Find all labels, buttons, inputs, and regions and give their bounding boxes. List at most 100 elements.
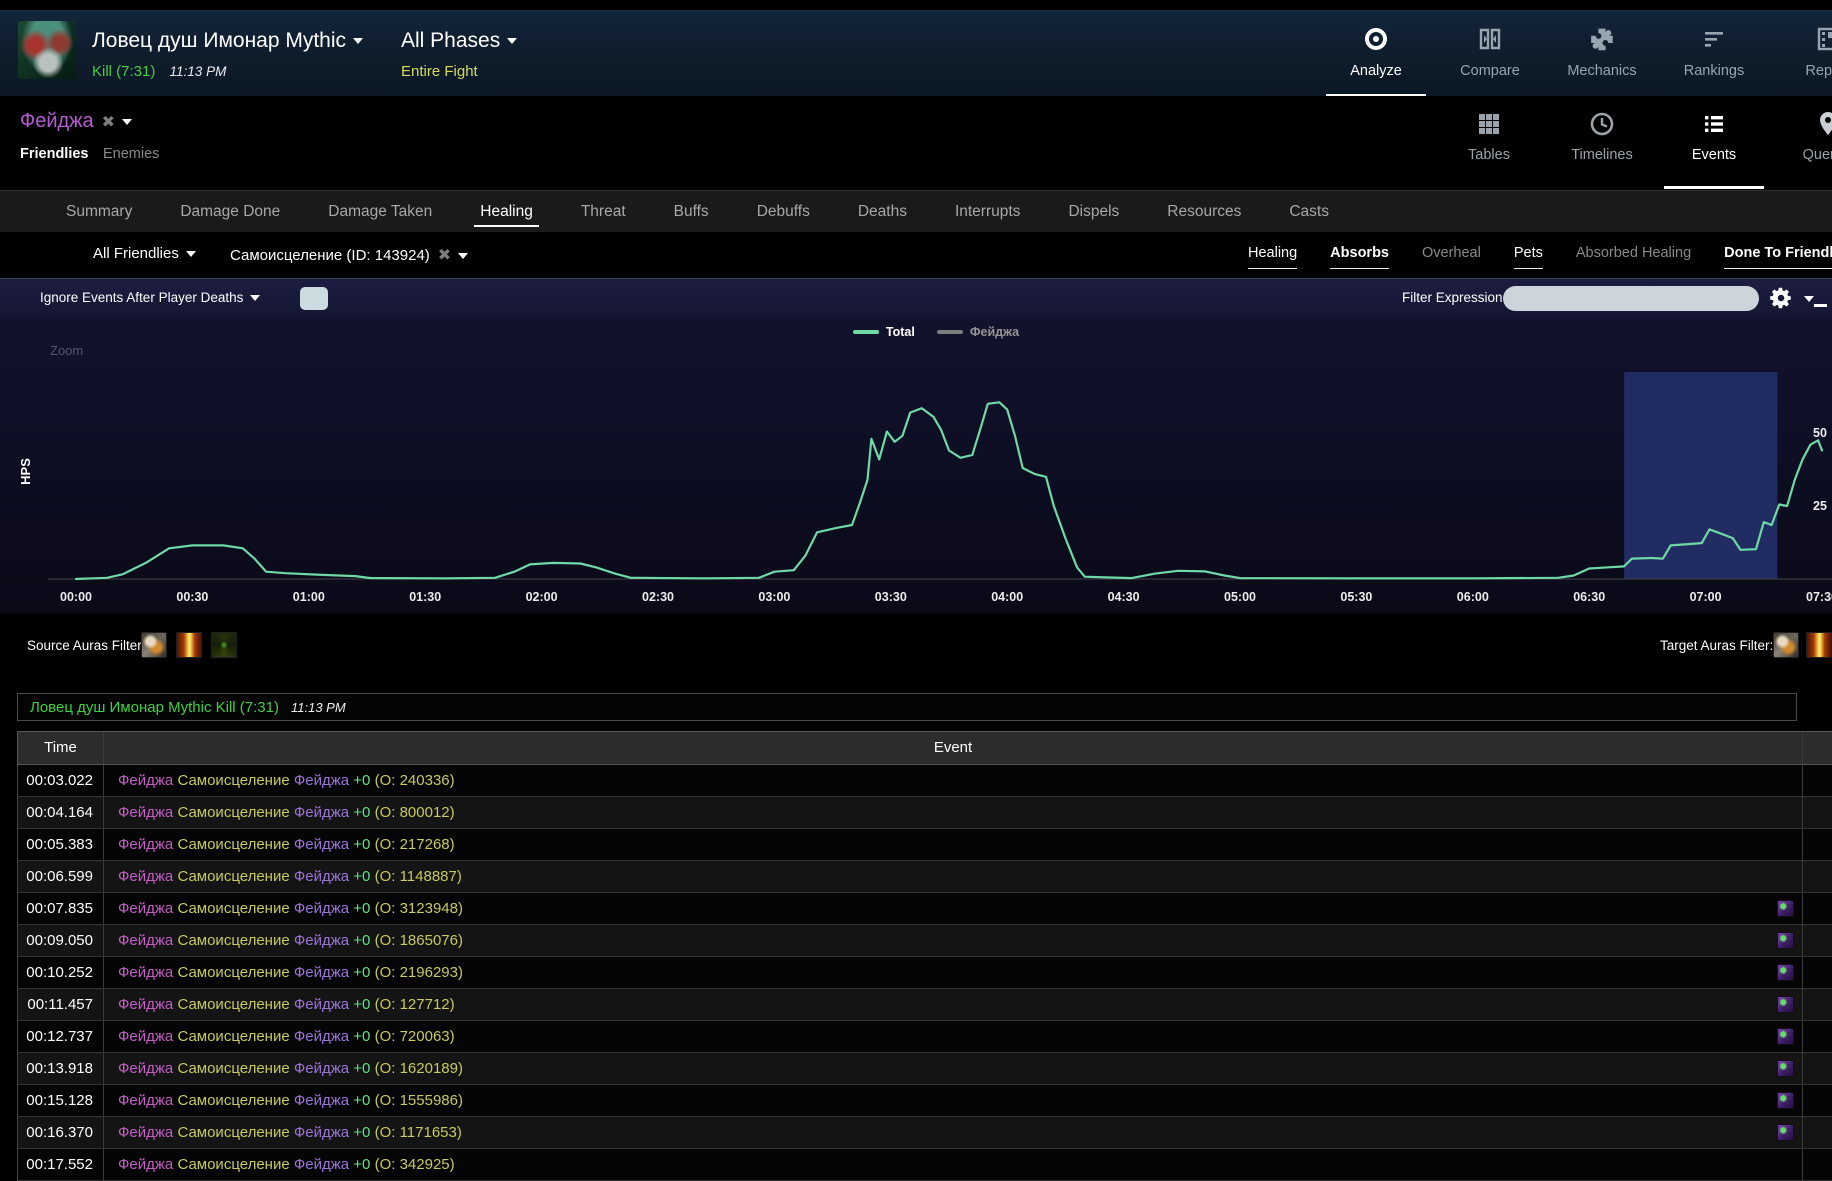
phase-selector[interactable]: All Phases [401,29,517,53]
event-source-name[interactable]: Фейджа [118,964,173,981]
tab-buffs[interactable]: Buffs [650,191,733,232]
toggle-pets[interactable]: Pets [1514,245,1543,269]
event-source-name[interactable]: Фейджа [118,1028,173,1045]
event-target-name[interactable]: Фейджа [294,964,349,981]
fire-column-icon[interactable] [1806,632,1832,658]
close-icon[interactable]: ✖ [102,114,115,131]
fight-selector[interactable]: Ловец душ Имонар Mythic [92,29,363,53]
view-events[interactable]: Events [1658,96,1770,189]
tab-debuffs[interactable]: Debuffs [733,191,834,232]
event-target-name[interactable]: Фейджа [294,1092,349,1109]
event-amount[interactable]: +0 [353,1124,370,1141]
event-ability-name[interactable]: Самоисцеление [177,996,289,1013]
view-timelines[interactable]: Timelines [1546,96,1658,189]
event-overheal-amount[interactable]: (O: 1555986) [375,1092,463,1109]
view-queries[interactable]: Queries [1772,96,1832,189]
event-source-name[interactable]: Фейджа [118,996,173,1013]
event-target-name[interactable]: Фейджа [294,836,349,853]
swirl-spell-icon[interactable] [1773,632,1799,658]
tab-casts[interactable]: Casts [1265,191,1353,232]
event-target-name[interactable]: Фейджа [294,772,349,789]
swirl-spell-icon[interactable] [141,632,167,658]
event-amount[interactable]: +0 [353,964,370,981]
tab-damage-done[interactable]: Damage Done [156,191,304,232]
tab-threat[interactable]: Threat [557,191,650,232]
event-ability-name[interactable]: Самоисцеление [177,932,289,949]
event-target-name[interactable]: Фейджа [294,1028,349,1045]
zoom-selection-region[interactable] [1624,372,1777,579]
event-target-name[interactable]: Фейджа [294,804,349,821]
toggle-absorbed-healing[interactable]: Absorbed Healing [1576,245,1691,269]
event-amount[interactable]: +0 [353,1028,370,1045]
event-overheal-amount[interactable]: (O: 127712) [375,996,455,1013]
view-tables[interactable]: Tables [1433,96,1545,189]
event-amount[interactable]: +0 [353,1060,370,1077]
selected-source[interactable]: Фейджа✖ [20,110,132,133]
event-amount[interactable]: +0 [353,1156,370,1173]
event-source-name[interactable]: Фейджа [118,772,173,789]
event-overheal-amount[interactable]: (O: 1148887) [375,868,462,885]
event-ability-name[interactable]: Самоисцеление [177,1028,289,1045]
event-source-name[interactable]: Фейджа [118,1156,173,1173]
nav-compare[interactable]: Compare [1434,11,1546,97]
event-source-name[interactable]: Фейджа [118,836,173,853]
close-icon[interactable]: ✖ [438,247,451,264]
spell-icon[interactable] [1777,996,1794,1013]
event-overheal-amount[interactable]: (O: 1620189) [375,1060,463,1077]
tab-interrupts[interactable]: Interrupts [931,191,1044,232]
event-source-name[interactable]: Фейджа [118,1124,173,1141]
hps-line-chart[interactable]: 00:0000:3001:0001:3002:0002:3003:0003:30… [0,279,1832,614]
event-target-name[interactable]: Фейджа [294,868,349,885]
toggle-overheal[interactable]: Overheal [1422,245,1481,269]
nav-analyze[interactable]: Analyze [1320,11,1432,97]
tab-damage-taken[interactable]: Damage Taken [304,191,456,232]
event-amount[interactable]: +0 [353,996,370,1013]
event-source-name[interactable]: Фейджа [118,932,173,949]
event-source-name[interactable]: Фейджа [118,804,173,821]
event-overheal-amount[interactable]: (O: 3123948) [375,900,463,917]
tab-summary[interactable]: Summary [42,191,156,232]
spell-icon[interactable] [1777,1124,1794,1141]
event-ability-name[interactable]: Самоисцеление [177,868,289,885]
event-ability-name[interactable]: Самоисцеление [177,900,289,917]
event-ability-name[interactable]: Самоисцеление [177,1092,289,1109]
event-target-name[interactable]: Фейджа [294,1156,349,1173]
event-overheal-amount[interactable]: (O: 1171653) [375,1124,462,1141]
event-amount[interactable]: +0 [353,900,370,917]
green-rune-icon[interactable] [211,632,237,658]
event-target-name[interactable]: Фейджа [294,996,349,1013]
event-amount[interactable]: +0 [353,836,370,853]
event-source-name[interactable]: Фейджа [118,1060,173,1077]
nav-mechanics[interactable]: Mechanics [1546,11,1658,97]
toggle-done-to-friendly[interactable]: Done To Friendly [1724,245,1832,269]
fire-column-icon[interactable] [176,632,202,658]
tab-deaths[interactable]: Deaths [834,191,931,232]
event-ability-name[interactable]: Самоисцеление [177,1156,289,1173]
tab-healing[interactable]: Healing [456,191,557,232]
event-ability-name[interactable]: Самоисцеление [177,964,289,981]
group-enemies[interactable]: Enemies [103,146,159,162]
event-ability-name[interactable]: Самоисцеление [177,1124,289,1141]
boss-portrait-icon[interactable] [18,21,76,79]
event-amount[interactable]: +0 [353,932,370,949]
spell-icon[interactable] [1777,964,1794,981]
event-overheal-amount[interactable]: (O: 1865076) [375,932,463,949]
source-filter-dropdown[interactable]: All Friendlies [93,245,196,262]
spell-icon[interactable] [1777,1092,1794,1109]
event-overheal-amount[interactable]: (O: 720063) [375,1028,455,1045]
event-overheal-amount[interactable]: (O: 800012) [375,804,455,821]
event-amount[interactable]: +0 [353,1092,370,1109]
event-overheal-amount[interactable]: (O: 2196293) [375,964,463,981]
ability-filter-dropdown[interactable]: Самоисцеление (ID: 143924)✖ [230,245,468,265]
event-overheal-amount[interactable]: (O: 217268) [375,836,455,853]
tab-dispels[interactable]: Dispels [1044,191,1143,232]
event-overheal-amount[interactable]: (O: 342925) [375,1156,455,1173]
tab-resources[interactable]: Resources [1143,191,1265,232]
event-amount[interactable]: +0 [353,804,370,821]
event-ability-name[interactable]: Самоисцеление [177,836,289,853]
event-amount[interactable]: +0 [353,772,370,789]
event-source-name[interactable]: Фейджа [118,868,173,885]
event-target-name[interactable]: Фейджа [294,1124,349,1141]
group-friendlies[interactable]: Friendlies [20,146,89,162]
event-target-name[interactable]: Фейджа [294,900,349,917]
